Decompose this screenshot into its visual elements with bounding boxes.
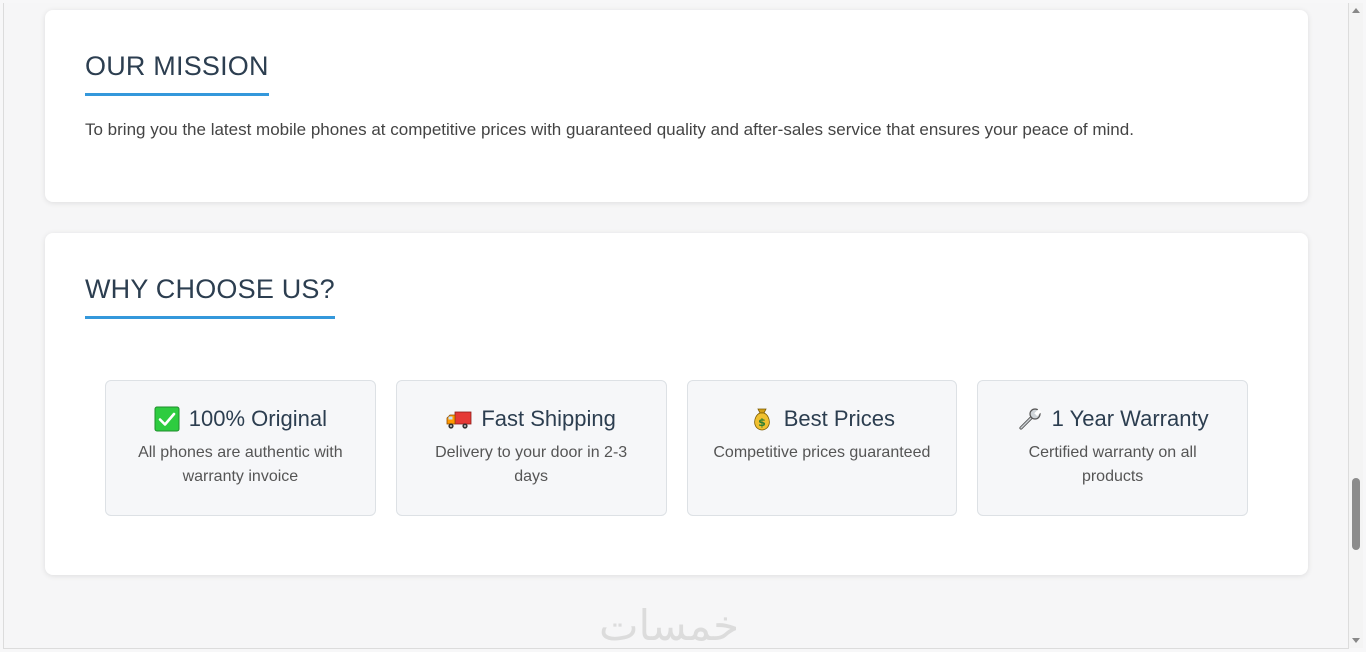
features-grid: 100% Original All phones are authentic w… — [105, 380, 1248, 516]
why-choose-us-title: WHY CHOOSE US? — [85, 274, 335, 319]
vertical-scrollbar[interactable] — [1349, 3, 1363, 648]
mission-card: OUR MISSION To bring you the latest mobi… — [45, 10, 1308, 202]
feature-title: Best Prices — [783, 406, 895, 431]
feature-card-shipping: Fast Shipping Delivery to your door in 2… — [395, 380, 667, 516]
feature-description: All phones are authentic with warranty i… — [138, 444, 343, 485]
money-bag-icon: $ — [749, 406, 775, 432]
feature-header: Fast Shipping — [397, 404, 666, 434]
svg-text:$: $ — [758, 416, 766, 429]
feature-card-warranty: 1 Year Warranty Certified warranty on al… — [977, 380, 1248, 516]
mission-text: To bring you the latest mobile phones at… — [85, 120, 1134, 139]
feature-description: Competitive prices guaranteed — [713, 444, 931, 461]
feature-header: 100% Original — [106, 404, 375, 434]
feature-title: 100% Original — [188, 406, 327, 431]
delivery-truck-icon — [446, 406, 472, 432]
feature-description: Delivery to your door in 2-3 days — [435, 444, 628, 485]
page-viewport: OUR MISSION To bring you the latest mobi… — [3, 3, 1349, 649]
scroll-down-icon[interactable] — [1352, 638, 1360, 643]
feature-card-prices: $ Best Prices Competitive prices guarant… — [686, 380, 958, 516]
why-choose-us-card: WHY CHOOSE US? 100% Original All phones … — [45, 233, 1308, 575]
wrench-icon — [1017, 406, 1043, 432]
mission-title: OUR MISSION — [85, 51, 269, 96]
scrollbar-thumb[interactable] — [1352, 478, 1360, 550]
scroll-up-icon[interactable] — [1352, 8, 1360, 13]
watermark-logo: خمسات — [599, 601, 740, 649]
feature-card-original: 100% Original All phones are authentic w… — [105, 380, 376, 516]
feature-header: 1 Year Warranty — [978, 404, 1247, 434]
feature-description: Certified warranty on all products — [1028, 444, 1197, 485]
feature-title: Fast Shipping — [481, 406, 616, 431]
feature-header: $ Best Prices — [688, 404, 957, 434]
check-mark-icon — [154, 406, 180, 432]
feature-title: 1 Year Warranty — [1051, 406, 1209, 431]
